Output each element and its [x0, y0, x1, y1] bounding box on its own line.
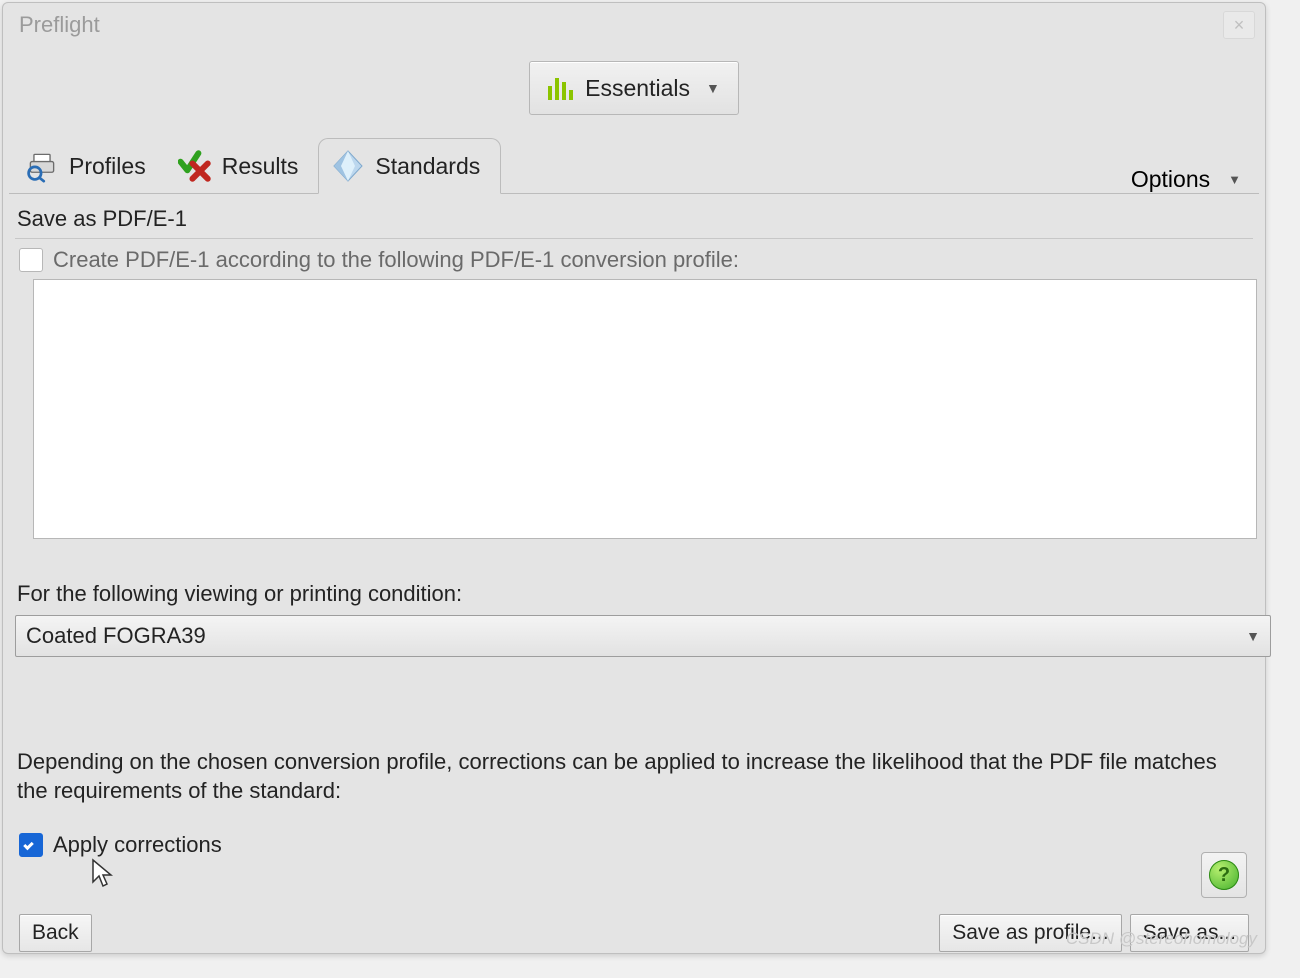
tab-standards[interactable]: Standards — [318, 138, 501, 194]
help-button[interactable]: ? — [1201, 852, 1247, 898]
corrections-description: Depending on the chosen conversion profi… — [17, 747, 1249, 806]
back-button[interactable]: Back — [19, 914, 92, 952]
chevron-down-icon: ▼ — [1246, 628, 1260, 644]
close-icon: × — [1234, 15, 1245, 36]
condition-dropdown[interactable]: Coated FOGRA39 ▼ — [15, 615, 1271, 657]
essentials-icon — [548, 76, 573, 100]
content-area: Save as PDF/E-1 Create PDF/E-1 according… — [9, 193, 1259, 962]
window-title: Preflight — [11, 12, 100, 38]
mouse-cursor-icon — [91, 858, 113, 888]
create-profile-label: Create PDF/E-1 according to the followin… — [53, 247, 739, 273]
close-button[interactable]: × — [1223, 11, 1255, 39]
footer: Back Save as profile... Save as... — [19, 914, 1249, 952]
create-profile-checkbox[interactable] — [19, 248, 43, 272]
create-profile-row: Create PDF/E-1 according to the followin… — [19, 247, 1253, 273]
condition-selected: Coated FOGRA39 — [26, 623, 206, 649]
apply-corrections-checkbox[interactable] — [19, 833, 43, 857]
section-title: Save as PDF/E-1 — [15, 204, 1253, 236]
apply-corrections-row: Apply corrections — [19, 832, 1253, 858]
save-as-profile-button[interactable]: Save as profile... — [939, 914, 1121, 952]
tab-results-label: Results — [222, 153, 299, 180]
titlebar: Preflight × — [3, 3, 1265, 47]
help-icon: ? — [1209, 860, 1239, 890]
options-label: Options — [1131, 166, 1210, 193]
printer-search-icon — [25, 149, 59, 183]
tab-results[interactable]: Results — [166, 139, 319, 193]
essentials-label: Essentials — [585, 75, 690, 102]
gem-icon — [331, 149, 365, 183]
options-menu[interactable]: Options ▼ — [1131, 166, 1255, 193]
divider — [15, 238, 1253, 239]
tab-standards-label: Standards — [375, 153, 480, 180]
tab-profiles[interactable]: Profiles — [13, 139, 166, 193]
tabs-row: Profiles Results Standards Option — [3, 121, 1265, 193]
save-as-button[interactable]: Save as... — [1130, 914, 1249, 952]
chevron-down-icon: ▼ — [1228, 172, 1241, 187]
preflight-window: Preflight × Essentials ▼ Profiles — [2, 2, 1266, 954]
essentials-dropdown[interactable]: Essentials ▼ — [529, 61, 739, 115]
apply-corrections-label: Apply corrections — [53, 832, 222, 858]
condition-label: For the following viewing or printing co… — [17, 579, 1249, 609]
tab-profiles-label: Profiles — [69, 153, 146, 180]
conversion-profile-listbox[interactable] — [33, 279, 1257, 539]
chevron-down-icon: ▼ — [706, 80, 720, 96]
toolstrip: Essentials ▼ — [3, 47, 1265, 115]
check-x-icon — [178, 149, 212, 183]
